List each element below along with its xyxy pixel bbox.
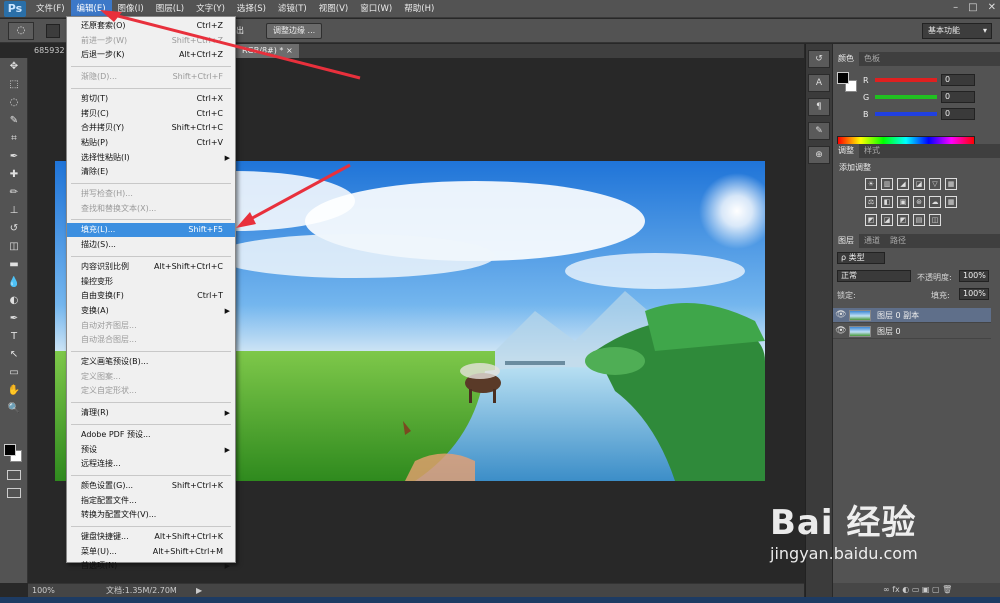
arrow-to-edit-menu bbox=[109, 12, 361, 80]
watermark-url: jingyan.baidu.com bbox=[770, 544, 918, 563]
baidu-watermark: Bai 经验 jingyan.baidu.com bbox=[770, 495, 918, 563]
arrow-head-edit bbox=[100, 10, 122, 22]
arrow-head-fill bbox=[236, 212, 256, 228]
arrow-to-fill bbox=[244, 163, 351, 224]
watermark-logo: Bai 经验 bbox=[770, 503, 917, 543]
